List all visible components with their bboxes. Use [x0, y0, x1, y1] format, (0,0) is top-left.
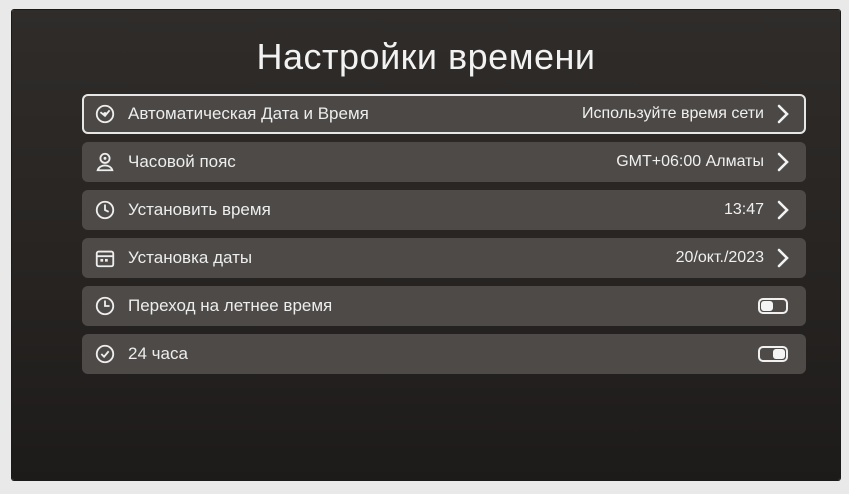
setting-label: Установить время — [128, 200, 271, 219]
setting-value: 20/окт./2023 — [675, 249, 764, 266]
chevron-right-icon — [777, 200, 789, 220]
timezone-icon — [94, 151, 116, 173]
setting-value: GMT+06:00 Алматы — [616, 153, 764, 170]
setting-label: 24 часа — [128, 344, 188, 363]
setting-label: Автоматическая Дата и Время — [128, 104, 369, 123]
setting-value: 13:47 — [723, 201, 764, 218]
setting-label: Установка даты — [128, 248, 253, 267]
setting-label: Переход на летнее время — [128, 296, 333, 315]
clock-icon — [94, 199, 116, 221]
toggle-knob — [761, 301, 773, 311]
chevron-right-icon — [777, 104, 789, 124]
chevron-right-icon — [777, 248, 789, 268]
setting-label: Часовой пояс — [128, 152, 236, 171]
daylight-saving-icon — [94, 295, 116, 317]
clock-24h-icon — [94, 343, 116, 365]
setting-timezone[interactable]: Часовой пояс GMT+06:00 Алматы — [82, 142, 806, 182]
chevron-right-icon — [777, 152, 789, 172]
setting-auto-datetime[interactable]: Автоматическая Дата и Время Используйте … — [82, 94, 806, 134]
setting-set-time[interactable]: Установить время 13:47 — [82, 190, 806, 230]
toggle-knob — [773, 349, 785, 359]
setting-daylight-saving[interactable]: Переход на летнее время — [82, 286, 806, 326]
setting-24-hour[interactable]: 24 часа — [82, 334, 806, 374]
tv-settings-screen: Настройки времени Автоматическая Дата и … — [12, 10, 840, 480]
calendar-icon — [94, 247, 116, 269]
setting-set-date[interactable]: Установка даты 20/окт./2023 — [82, 238, 806, 278]
24-hour-toggle[interactable] — [758, 346, 788, 362]
auto-datetime-icon — [94, 103, 116, 125]
setting-value: Используйте время сети — [581, 105, 764, 122]
page-title: Настройки времени — [256, 36, 596, 77]
daylight-saving-toggle[interactable] — [758, 298, 788, 314]
settings-list: Автоматическая Дата и Время Используйте … — [82, 94, 806, 382]
